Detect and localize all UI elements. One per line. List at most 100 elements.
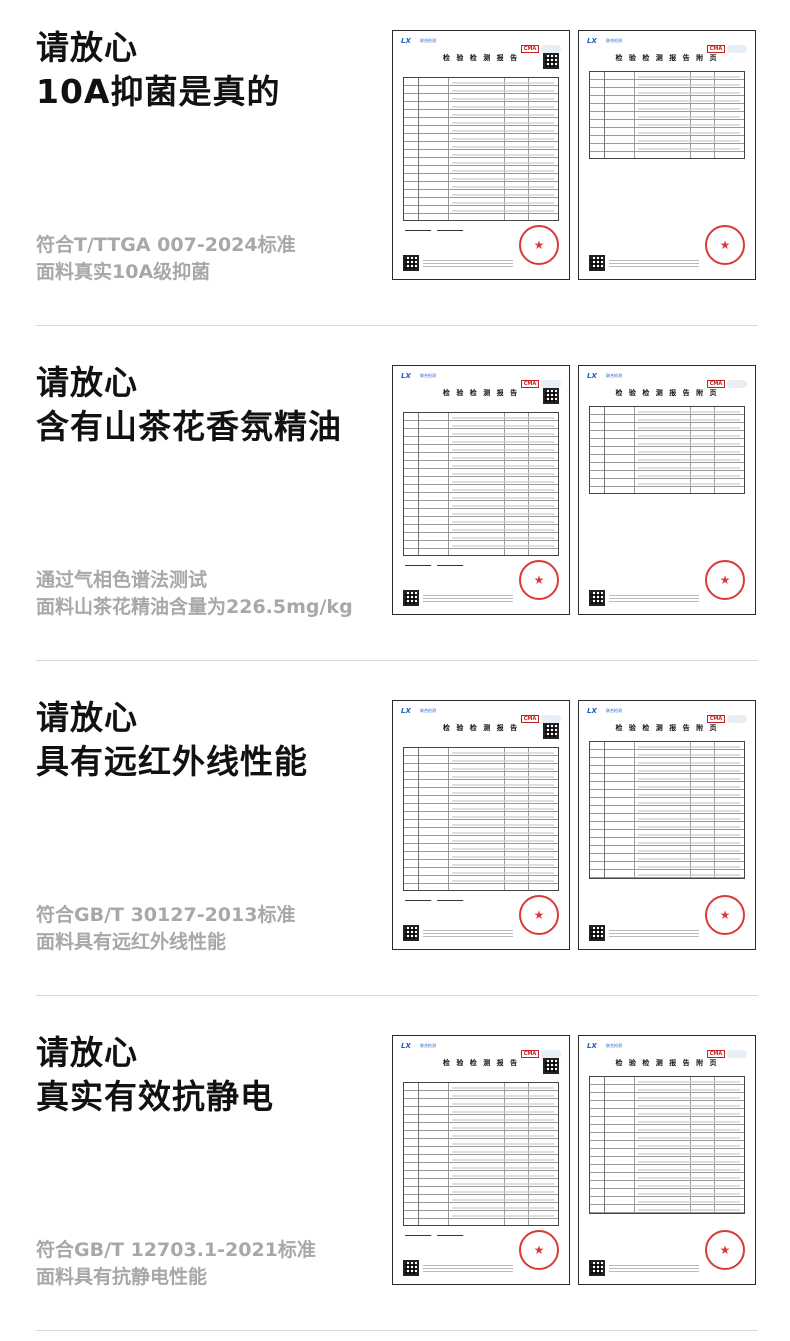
qr-code-icon (403, 255, 419, 271)
lab-logo: LX (401, 1042, 411, 1050)
report-footer (423, 1264, 513, 1274)
test-report-appendix-image[interactable]: LX 联合检测 CMA 检 验 检 测 报 告 附 页 (578, 1035, 756, 1285)
report-footer (609, 1264, 699, 1274)
test-report-appendix-image[interactable]: LX 联合检测 CMA 检 验 检 测 报 告 附 页 (578, 30, 756, 280)
report-table (403, 1082, 559, 1226)
report-footer (609, 594, 699, 604)
lab-name: 联合检测 (420, 38, 436, 43)
star-stamp-icon (519, 560, 559, 600)
test-report-image[interactable]: LX 联合检测 CMA 检 验 检 测 报 告 (392, 30, 570, 280)
headline-line-1: 请放心 (36, 698, 138, 737)
report-table (403, 412, 559, 556)
lab-logo: LX (401, 372, 411, 380)
report-footer (423, 259, 513, 269)
report-table (589, 1076, 745, 1214)
headline-line-1: 请放心 (36, 1033, 138, 1072)
standard-text: 通过气相色谱法测试 (36, 569, 208, 591)
star-stamp-icon (519, 895, 559, 935)
qr-code-icon (543, 723, 559, 739)
headline-line-2: 真实有效抗静电 (36, 1077, 274, 1116)
cma-mark-icon: CMA (707, 1049, 725, 1058)
cma-mark-icon: CMA (521, 379, 539, 388)
description-text: 面料真实10A级抑菌 (36, 261, 211, 283)
test-report-appendix-image[interactable]: LX 联合检测 CMA 检 验 检 测 报 告 附 页 (578, 700, 756, 950)
star-stamp-icon (705, 1230, 745, 1270)
lab-logo: LX (587, 707, 597, 715)
test-report-image[interactable]: LX 联合检测 CMA 检 验 检 测 报 告 (392, 1035, 570, 1285)
report-table (589, 406, 745, 494)
report-footer (423, 929, 513, 939)
divider (36, 660, 758, 661)
ilac-mark-icon (541, 379, 561, 388)
ilac-mark-icon (541, 714, 561, 723)
qr-code-icon (543, 53, 559, 69)
cma-mark-icon: CMA (707, 714, 725, 723)
cma-mark-icon: CMA (707, 379, 725, 388)
headline-line-2: 10A抑菌是真的 (36, 72, 281, 111)
qr-code-icon (543, 1058, 559, 1074)
cma-mark-icon: CMA (521, 714, 539, 723)
headline-line-2: 具有远红外线性能 (36, 742, 308, 781)
star-stamp-icon (705, 895, 745, 935)
standard-text: 符合T/TTGA 007-2024标准 (36, 234, 296, 256)
description-text: 面料具有远红外线性能 (36, 931, 227, 953)
star-stamp-icon (705, 225, 745, 265)
qr-code-icon (589, 925, 605, 941)
qr-code-icon (589, 590, 605, 606)
ilac-mark-icon (727, 714, 747, 723)
cma-mark-icon: CMA (521, 44, 539, 53)
ilac-mark-icon (541, 1049, 561, 1058)
lab-logo: LX (587, 372, 597, 380)
lab-name: 联合检测 (606, 38, 622, 43)
standard-text: 符合GB/T 30127-2013标准 (36, 904, 296, 926)
report-table (589, 741, 745, 879)
headline-line-2: 含有山茶花香氛精油 (36, 407, 342, 446)
lab-name: 联合检测 (420, 1043, 436, 1048)
section-antibacterial: 请放心 10A抑菌是真的 符合T/TTGA 007-2024标准 面料真实10A… (0, 0, 790, 335)
headline-line-1: 请放心 (36, 363, 138, 402)
report-title: 检 验 检 测 报 告 附 页 (615, 724, 719, 732)
divider (36, 995, 758, 996)
cma-mark-icon: CMA (521, 1049, 539, 1058)
report-title: 检 验 检 测 报 告 附 页 (615, 1059, 719, 1067)
divider (36, 1330, 758, 1331)
ilac-mark-icon (541, 44, 561, 53)
report-footer (609, 259, 699, 269)
cma-mark-icon: CMA (707, 44, 725, 53)
ilac-mark-icon (727, 44, 747, 53)
standard-text: 符合GB/T 12703.1-2021标准 (36, 1239, 316, 1261)
lab-logo: LX (587, 37, 597, 45)
headline-line-1: 请放心 (36, 28, 138, 67)
description-text: 面料山茶花精油含量为226.5mg/kg (36, 596, 353, 618)
section-far-infrared: 请放心 具有远红外线性能 符合GB/T 30127-2013标准 面料具有远红外… (0, 670, 790, 1005)
star-stamp-icon (705, 560, 745, 600)
qr-code-icon (589, 1260, 605, 1276)
test-report-image[interactable]: LX 联合检测 CMA 检 验 检 测 报 告 (392, 700, 570, 950)
lab-name: 联合检测 (420, 708, 436, 713)
qr-code-icon (543, 388, 559, 404)
lab-logo: LX (587, 1042, 597, 1050)
report-footer (423, 594, 513, 604)
star-stamp-icon (519, 1230, 559, 1270)
report-footer (609, 929, 699, 939)
lab-name: 联合检测 (606, 708, 622, 713)
lab-logo: LX (401, 37, 411, 45)
section-camellia-oil: 请放心 含有山茶花香氛精油 通过气相色谱法测试 面料山茶花精油含量为226.5m… (0, 335, 790, 670)
test-report-image[interactable]: LX 联合检测 CMA 检 验 检 测 报 告 (392, 365, 570, 615)
report-page: 请放心 10A抑菌是真的 符合T/TTGA 007-2024标准 面料真实10A… (0, 0, 790, 1341)
report-title: 检 验 检 测 报 告 附 页 (615, 54, 719, 62)
report-table (589, 71, 745, 159)
divider (36, 325, 758, 326)
ilac-mark-icon (727, 379, 747, 388)
section-antistatic: 请放心 真实有效抗静电 符合GB/T 12703.1-2021标准 面料具有抗静… (0, 1005, 790, 1340)
qr-code-icon (403, 925, 419, 941)
lab-name: 联合检测 (606, 373, 622, 378)
lab-name: 联合检测 (606, 1043, 622, 1048)
report-table (403, 77, 559, 221)
qr-code-icon (403, 590, 419, 606)
lab-logo: LX (401, 707, 411, 715)
qr-code-icon (589, 255, 605, 271)
test-report-appendix-image[interactable]: LX 联合检测 CMA 检 验 检 测 报 告 附 页 (578, 365, 756, 615)
lab-name: 联合检测 (420, 373, 436, 378)
report-table (403, 747, 559, 891)
